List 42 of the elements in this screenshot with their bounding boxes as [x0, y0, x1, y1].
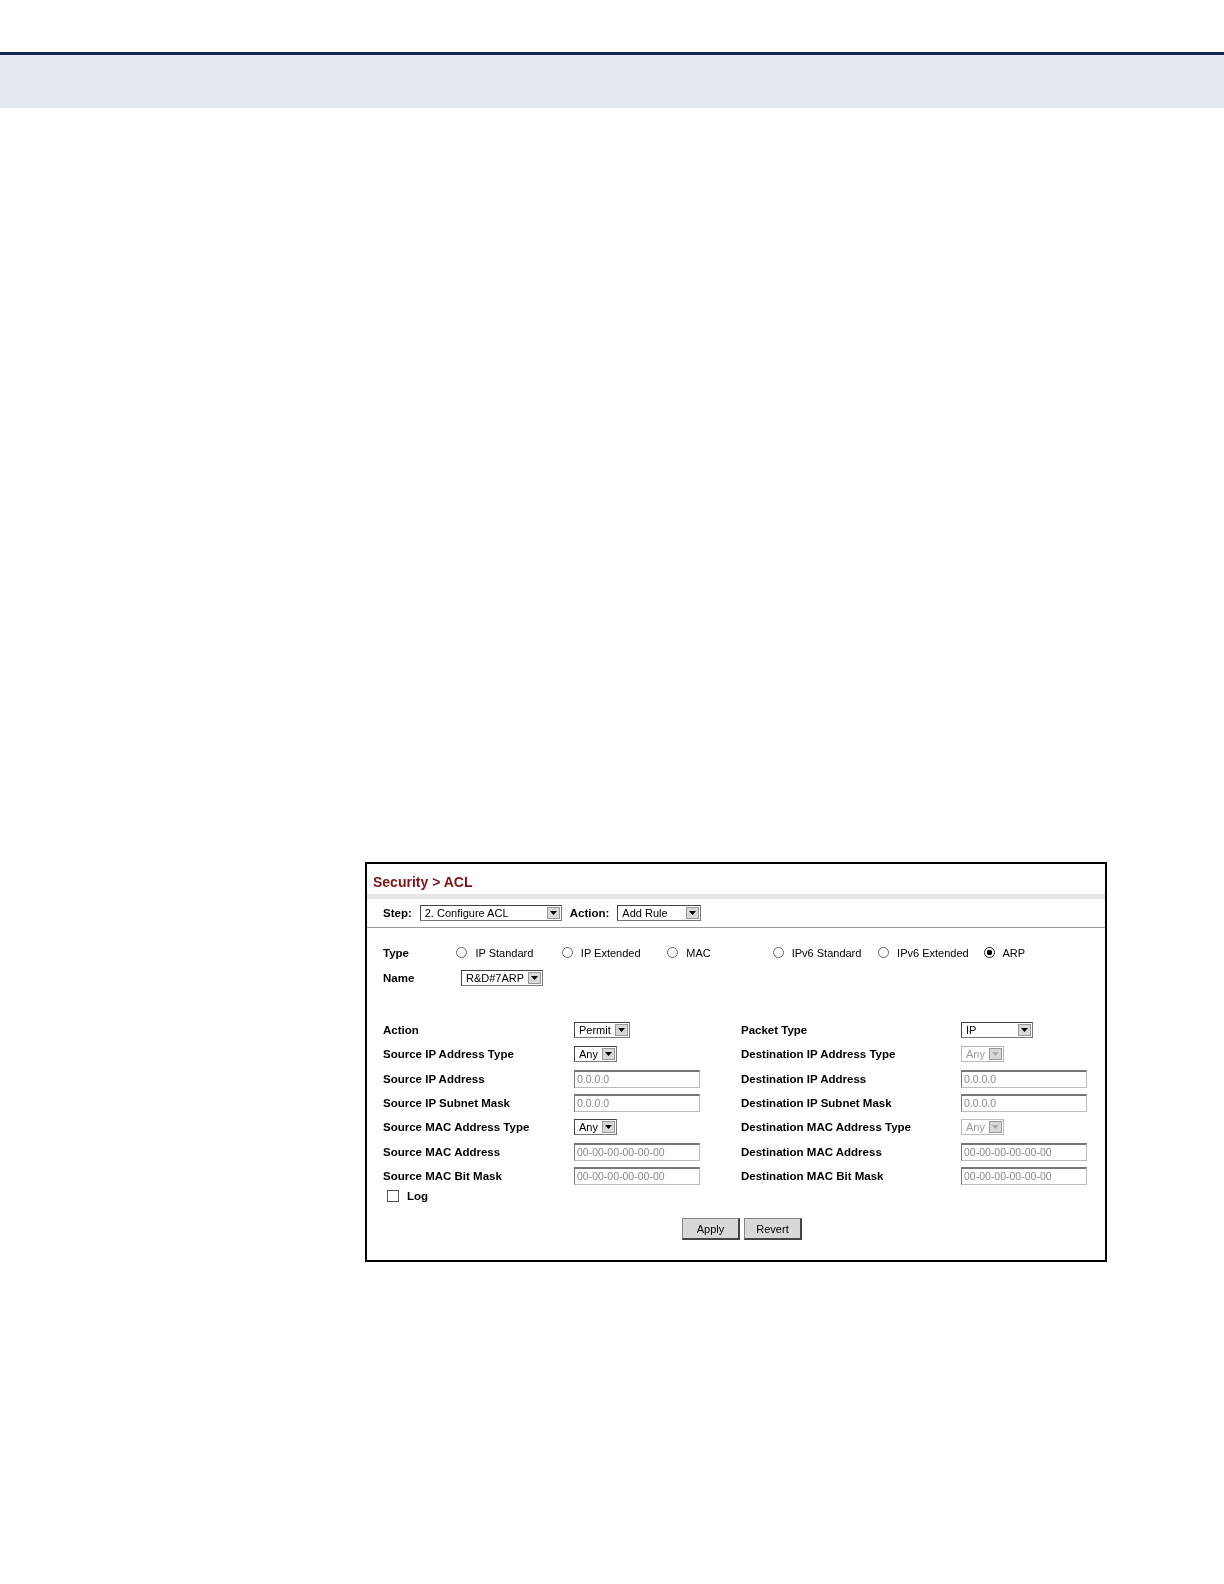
radio-button[interactable] [561, 947, 573, 958]
dropdown[interactable]: R&D#7ARP [461, 969, 544, 986]
field-label: Source MAC Address [383, 1145, 502, 1158]
field-label: Source MAC Bit Mask [383, 1169, 503, 1182]
radio-button[interactable] [667, 947, 679, 958]
field-label: Source MAC Address Type [383, 1121, 531, 1134]
field-label: Source IP Subnet Mask [383, 1097, 511, 1110]
field-label: Source IP Address Type [383, 1048, 515, 1061]
dropdown[interactable]: Any [574, 1046, 617, 1063]
field-label: Action [383, 1024, 420, 1037]
field-label: Destination MAC Bit Mask [741, 1169, 885, 1182]
field-label: Packet Type [741, 1024, 809, 1037]
field-label: Action: [569, 907, 610, 919]
radio-button[interactable] [983, 947, 995, 958]
checkbox-label: Log [407, 1190, 429, 1203]
field-label: Destination IP Address [741, 1072, 868, 1085]
radio-button[interactable] [878, 947, 890, 958]
revert-button[interactable]: Revert [744, 1218, 802, 1241]
dropdown[interactable]: IP [961, 1022, 1033, 1039]
field-label: Destination IP Address Type [741, 1048, 897, 1061]
field-label: Step: [383, 907, 412, 919]
radio-option[interactable]: IPv6 Standard [772, 946, 879, 959]
dropdown[interactable]: 2. Configure ACL [419, 905, 562, 921]
dropdown[interactable]: Any [574, 1119, 617, 1136]
radio-button[interactable] [456, 947, 468, 958]
apply-button[interactable]: Apply [682, 1218, 740, 1241]
radio-option[interactable]: IP Extended [561, 946, 668, 959]
checkbox[interactable] [387, 1190, 399, 1203]
page-title: Security > ACL [367, 864, 1105, 899]
radio-option[interactable]: MAC [667, 946, 773, 959]
dropdown[interactable]: Add Rule [617, 905, 702, 921]
field-label: Destination MAC Address [741, 1145, 883, 1158]
field-label: Type [383, 946, 410, 959]
dropdown[interactable]: Permit [574, 1022, 630, 1039]
field-label: Destination MAC Address Type [741, 1121, 912, 1134]
radio-option[interactable]: IPv6 Extended [878, 946, 984, 959]
radio-option[interactable]: IP Standard [456, 946, 562, 959]
radio-button[interactable] [772, 947, 784, 958]
field-label: Name [383, 971, 416, 984]
field-label: Destination IP Subnet Mask [741, 1097, 893, 1110]
radio-option[interactable]: ARP [983, 946, 1089, 959]
field-label: Source IP Address [383, 1072, 486, 1085]
